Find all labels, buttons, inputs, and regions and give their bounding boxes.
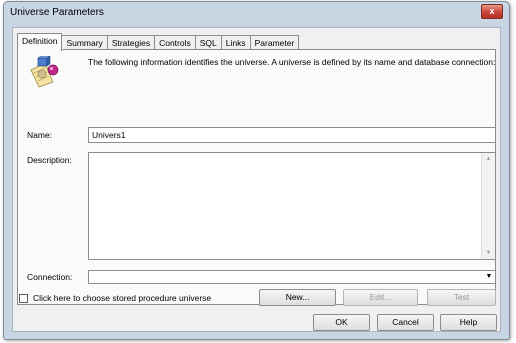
scroll-up-icon[interactable]: ▲: [482, 153, 495, 165]
universe-icon: [30, 56, 59, 88]
connection-label: Connection:: [27, 272, 73, 282]
dialog-footer: OK Cancel Help: [13, 312, 500, 332]
definition-panel: The following information identifies the…: [17, 49, 496, 306]
new-connection-button[interactable]: New...: [259, 289, 336, 306]
description-label: Description:: [27, 155, 72, 165]
tab-strip: Definition Summary Strategies Controls S…: [17, 33, 300, 51]
chevron-down-icon[interactable]: ▼: [483, 271, 495, 283]
description-field[interactable]: ▲ ▼: [88, 152, 496, 260]
scroll-down-icon[interactable]: ▼: [482, 247, 495, 259]
description-scrollbar[interactable]: ▲ ▼: [481, 153, 495, 259]
name-field[interactable]: Univers1: [88, 127, 496, 143]
window-title: Universe Parameters: [10, 7, 104, 18]
close-button[interactable]: x: [481, 4, 503, 19]
connection-dropdown[interactable]: ▼: [88, 270, 496, 284]
stored-procedure-label: Click here to choose stored procedure un…: [33, 293, 212, 303]
help-button[interactable]: Help: [440, 314, 497, 331]
info-text: The following information identifies the…: [88, 57, 496, 67]
dialog-body: Definition Summary Strategies Controls S…: [12, 27, 501, 332]
edit-connection-button[interactable]: Edit...: [343, 289, 418, 306]
ok-button[interactable]: OK: [313, 314, 370, 331]
title-bar[interactable]: Universe Parameters x: [4, 2, 509, 24]
universe-parameters-dialog: Universe Parameters x Definition Summary…: [3, 1, 510, 340]
tab-definition[interactable]: Definition: [17, 33, 63, 51]
stored-procedure-checkbox[interactable]: [19, 294, 28, 303]
name-label: Name:: [27, 130, 53, 140]
cancel-button[interactable]: Cancel: [377, 314, 434, 331]
test-connection-button[interactable]: Test: [427, 289, 496, 306]
